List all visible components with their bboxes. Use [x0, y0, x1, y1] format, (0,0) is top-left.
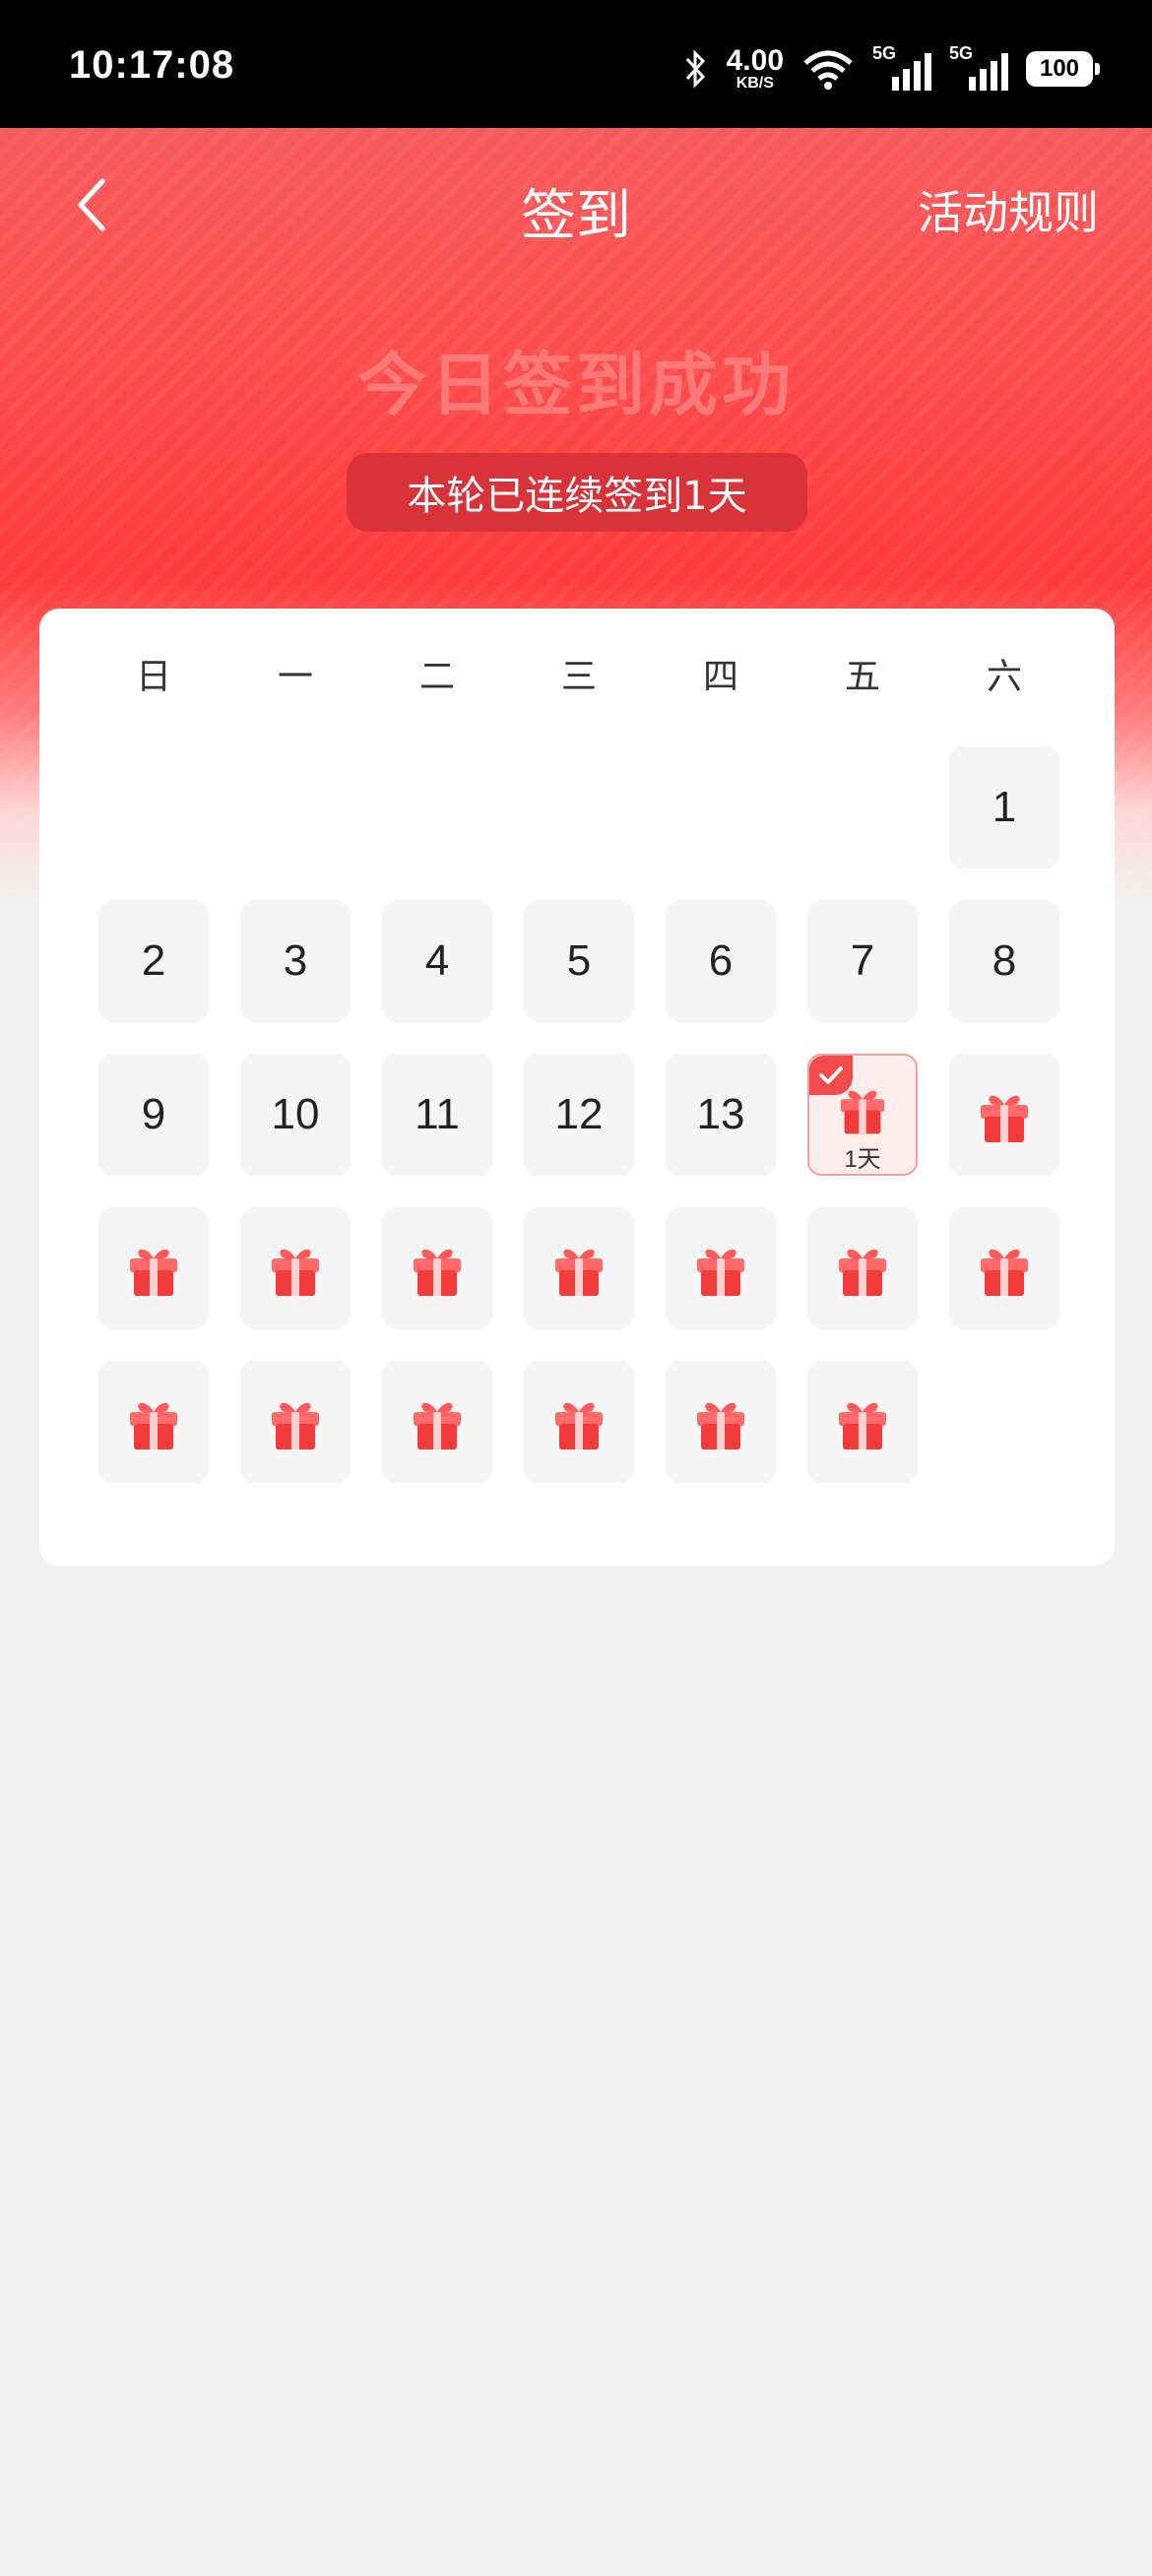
calendar-day[interactable]: 7: [807, 900, 918, 1022]
calendar-day[interactable]: 8: [949, 900, 1059, 1022]
calendar-day-gift[interactable]: [98, 1361, 209, 1483]
calendar-day-gift[interactable]: [949, 1207, 1059, 1329]
weekday-label: 二: [418, 657, 455, 697]
gift-icon: [414, 1402, 461, 1449]
calendar-day[interactable]: 4: [382, 900, 492, 1022]
weekday-label: 五: [844, 657, 880, 697]
weekday-header: 日一二三四五六: [39, 648, 1115, 697]
status-time: 10:17:08: [69, 43, 235, 87]
calendar-day-gift[interactable]: [240, 1361, 351, 1483]
calendar-day-gift[interactable]: [382, 1207, 492, 1329]
calendar-day-gift[interactable]: [807, 1361, 918, 1483]
calendar-day-gift[interactable]: [524, 1361, 634, 1483]
network-speed: 4.00 KB/S: [727, 46, 784, 92]
gift-icon: [272, 1402, 319, 1449]
check-icon: [809, 1056, 853, 1095]
calendar-card: 日一二三四五六 1 2 3 4 5 6 7 8 9 10 11 12 13 1天: [39, 609, 1115, 1566]
calendar-day[interactable]: 3: [240, 900, 351, 1022]
gift-icon: [697, 1249, 744, 1296]
gift-icon: [130, 1249, 177, 1296]
network-speed-value: 4.00: [726, 44, 784, 77]
calendar-day-gift[interactable]: [666, 1207, 776, 1329]
gift-icon: [555, 1402, 603, 1449]
gift-icon: [839, 1249, 886, 1296]
calendar-day-gift[interactable]: [382, 1361, 492, 1483]
calendar-day[interactable]: 5: [524, 900, 634, 1022]
checkin-success-text: 今日签到成功: [357, 345, 795, 425]
weekday-label: 日: [135, 657, 171, 697]
gift-icon: [130, 1402, 177, 1449]
weekday-label: 一: [277, 657, 313, 697]
status-bar: 10:17:08 4.00 KB/S 5G 5G 100: [0, 0, 1152, 128]
weekday-label: 六: [986, 657, 1022, 697]
streak-badge: 本轮已连续签到1天: [347, 453, 807, 532]
calendar-day[interactable]: 13: [666, 1054, 776, 1176]
calendar-day[interactable]: 9: [98, 1054, 209, 1176]
calendar-day[interactable]: 10: [240, 1054, 351, 1176]
bluetooth-icon: [685, 49, 705, 89]
calendar-day-gift[interactable]: [240, 1207, 351, 1329]
calendar-day-gift[interactable]: [666, 1361, 776, 1483]
calendar-day-gift[interactable]: [949, 1054, 1059, 1176]
calendar-day-gift[interactable]: [807, 1207, 918, 1329]
activity-rules-link[interactable]: 活动规则: [918, 177, 1099, 242]
weekday-label: 三: [560, 657, 597, 697]
gift-icon: [414, 1249, 461, 1296]
calendar-day[interactable]: 2: [98, 900, 209, 1022]
calendar-day-gift[interactable]: [524, 1207, 634, 1329]
battery-icon: 100: [1026, 51, 1100, 87]
gift-icon: [981, 1095, 1028, 1142]
gift-icon: [272, 1249, 319, 1296]
status-icons: 4.00 KB/S 5G 5G 100: [683, 39, 1100, 98]
calendar-day-gift[interactable]: [98, 1207, 209, 1329]
calendar-day[interactable]: 11: [382, 1054, 492, 1176]
gift-icon: [697, 1402, 744, 1449]
calendar-day-today[interactable]: 1天: [807, 1054, 918, 1176]
network-speed-unit: KB/S: [736, 75, 774, 92]
weekday-label: 四: [702, 657, 738, 697]
wifi-icon: [803, 50, 853, 90]
gift-icon: [839, 1402, 886, 1449]
gift-icon: [555, 1249, 603, 1296]
calendar-day[interactable]: 1: [949, 746, 1059, 869]
gift-icon: [981, 1249, 1028, 1296]
today-streak-label: 1天: [844, 1146, 881, 1173]
calendar-day[interactable]: 6: [666, 900, 776, 1022]
signal-sim1-icon: 5G: [872, 43, 931, 91]
signal-sim2-icon: 5G: [949, 43, 1008, 91]
calendar-day[interactable]: 12: [524, 1054, 634, 1176]
top-nav: 签到 活动规则: [0, 128, 1152, 276]
